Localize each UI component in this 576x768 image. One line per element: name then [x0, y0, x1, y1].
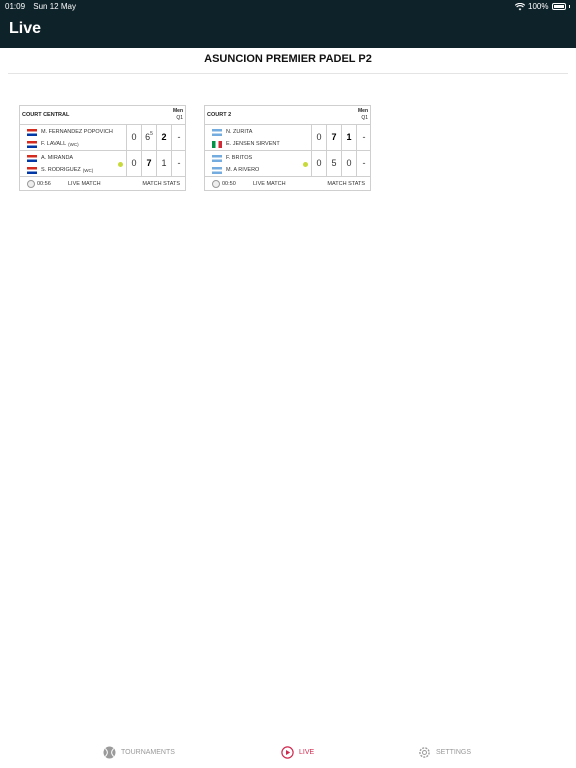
court-name: COURT 2 [207, 112, 232, 118]
elapsed-time: 00:56 [37, 181, 51, 187]
score-set-1: 7 [141, 151, 156, 176]
play-circle-icon [281, 746, 294, 759]
battery-tip [568, 5, 570, 8]
title-divider [8, 73, 568, 74]
score-set-1: 65 [141, 125, 156, 150]
score-points: 0 [311, 125, 326, 150]
category: Men Q1 [173, 108, 183, 122]
serving-ball-icon [303, 162, 308, 167]
player: A. MIRANDA [27, 154, 73, 162]
tab-tournaments[interactable]: TOURNAMENTS [103, 746, 175, 759]
app-header: 01:09 Sun 12 May 100% Live [0, 0, 576, 48]
match-stats-link[interactable]: MATCH STATS [142, 181, 180, 187]
team-row: A. MIRANDA S. RODRIGUEZ (WC) 0 7 1 - [20, 151, 185, 177]
tab-bar: TOURNAMENTS LIVE SETTINGS [0, 738, 576, 768]
paraguay-flag-icon [27, 166, 37, 174]
tab-live[interactable]: LIVE [281, 746, 314, 759]
player-name: A. MIRANDA [41, 155, 74, 161]
score-points: 0 [311, 151, 326, 176]
gear-icon [419, 747, 430, 758]
battery-percent: 100% [528, 2, 549, 11]
tiebreak-score: 5 [150, 131, 153, 137]
card-header: COURT CENTRAL Men Q1 [20, 106, 185, 125]
status-bar-left: 01:09 Sun 12 May [5, 2, 82, 11]
match-card-court-central[interactable]: COURT CENTRAL Men Q1 M. FERNANDEZ POPOVI… [19, 105, 186, 191]
argentina-flag-icon [212, 154, 222, 162]
clock-ball-icon [27, 180, 35, 188]
tab-label: TOURNAMENTS [121, 749, 175, 756]
card-header: COURT 2 Men Q1 [205, 106, 370, 125]
score-set-3: - [356, 125, 371, 150]
score-points: 0 [126, 151, 141, 176]
tennis-ball-icon [103, 746, 116, 759]
italy-flag-icon [212, 140, 222, 148]
wifi-icon [515, 2, 526, 10]
player-name: F. LAVALL [41, 141, 67, 147]
player: S. RODRIGUEZ (WC) [27, 166, 93, 174]
player-name: F. BRITOS [226, 155, 253, 161]
category-round: Q1 [361, 115, 368, 121]
score-set-2: 1 [156, 151, 171, 176]
player: N. ZURITA [212, 128, 252, 136]
court-name: COURT CENTRAL [22, 112, 70, 118]
score-set-2: 0 [341, 151, 356, 176]
page-title: Live [9, 20, 42, 37]
paraguay-flag-icon [27, 140, 37, 148]
argentina-flag-icon [212, 128, 222, 136]
category-round: Q1 [176, 115, 183, 121]
score-set-3: - [356, 151, 371, 176]
player-name: N. ZURITA [226, 129, 253, 135]
score-set-1: 5 [326, 151, 341, 176]
score-set-3: - [171, 125, 186, 150]
clock-ball-icon [212, 180, 220, 188]
team-row: F. BRITOS M. A RIVERO 0 5 0 - [205, 151, 370, 177]
category-gender: Men [358, 108, 368, 114]
player: M. FERNANDEZ POPOVICH [27, 128, 113, 136]
player-name: M. A RIVERO [226, 167, 260, 173]
tournament-title: ASUNCION PREMIER PADEL P2 [204, 53, 372, 65]
live-match-link[interactable]: LIVE MATCH [68, 181, 101, 187]
score-set-2: 2 [156, 125, 171, 150]
player: M. A RIVERO [212, 166, 259, 174]
match-card-court-2[interactable]: COURT 2 Men Q1 N. ZURITA E. JENSEN SIRVE… [204, 105, 371, 191]
argentina-flag-icon [212, 166, 222, 174]
category: Men Q1 [358, 108, 368, 122]
tab-label: LIVE [299, 749, 315, 756]
category-gender: Men [173, 108, 183, 114]
live-match-link[interactable]: LIVE MATCH [253, 181, 286, 187]
tab-label: SETTINGS [436, 749, 472, 756]
paraguay-flag-icon [27, 154, 37, 162]
status-bar-right: 100% [515, 2, 570, 11]
elapsed-time: 00:50 [222, 181, 236, 187]
score-points: 0 [126, 125, 141, 150]
player-name: E. JENSEN SIRVENT [226, 141, 280, 147]
player-name: S. RODRIGUEZ [41, 167, 81, 173]
tab-settings[interactable]: SETTINGS [418, 746, 471, 759]
match-stats-link[interactable]: MATCH STATS [327, 181, 365, 187]
score-set-3: - [171, 151, 186, 176]
card-footer: 00:50 LIVE MATCH MATCH STATS [205, 177, 370, 191]
score-set-2: 1 [341, 125, 356, 150]
wildcard-tag: (WC) [68, 141, 79, 147]
team-row: M. FERNANDEZ POPOVICH F. LAVALL (WC) 0 6… [20, 125, 185, 151]
wildcard-tag: (WC) [82, 167, 94, 173]
score-set-1: 7 [326, 125, 341, 150]
paraguay-flag-icon [27, 128, 37, 136]
card-footer: 00:56 LIVE MATCH MATCH STATS [20, 177, 185, 191]
player-name: M. FERNANDEZ POPOVICH [41, 129, 113, 135]
team-row: N. ZURITA E. JENSEN SIRVENT 0 7 1 - [205, 125, 370, 151]
battery-icon [551, 3, 566, 10]
serving-ball-icon [118, 162, 123, 167]
player: E. JENSEN SIRVENT [212, 140, 280, 148]
player: F. BRITOS [212, 154, 252, 162]
player: F. LAVALL (WC) [27, 140, 79, 148]
status-date: Sun 12 May [33, 2, 76, 11]
status-time: 01:09 [5, 2, 26, 11]
